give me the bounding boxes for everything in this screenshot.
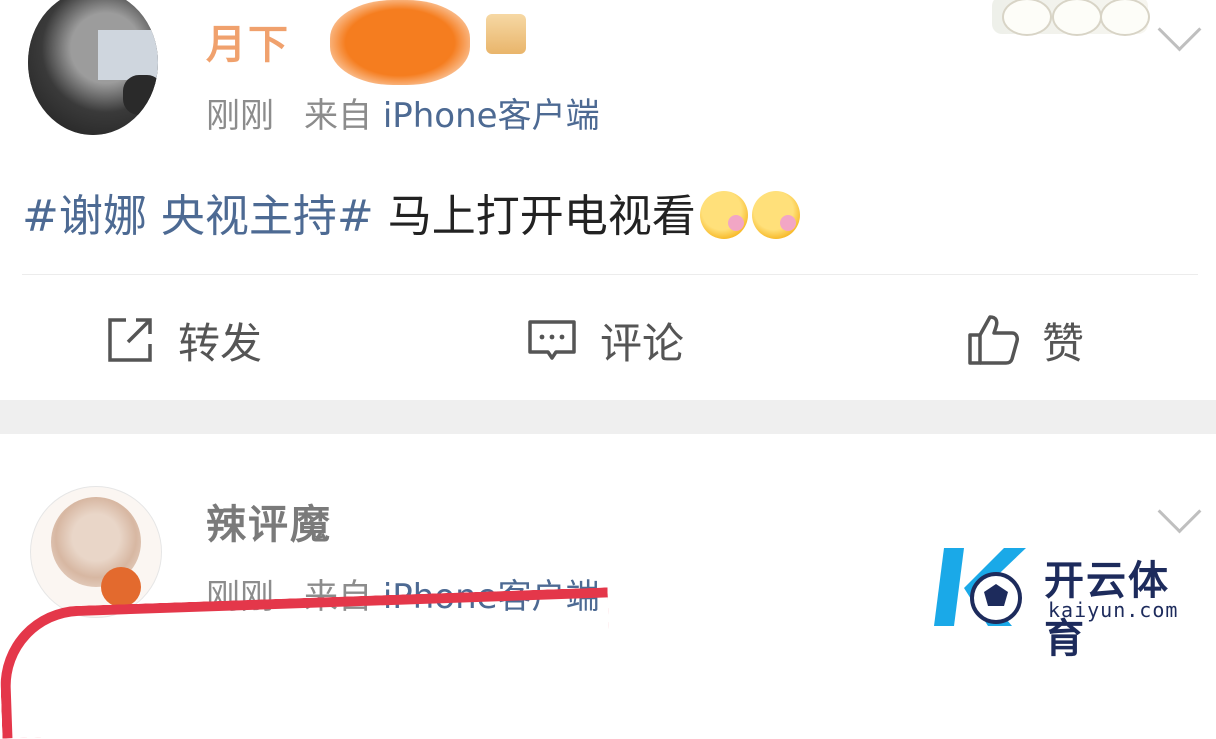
repost-button[interactable]: 转发: [104, 312, 262, 368]
username[interactable]: 月下: [206, 12, 290, 70]
avatar-blur: [98, 30, 158, 80]
cat-sticker-icon: [992, 0, 1150, 36]
kaiyun-logo-icon: [934, 548, 1026, 626]
topic-link[interactable]: #谢娜 央视主持#: [22, 191, 374, 242]
watermark-url: kaiyun.com: [1048, 598, 1179, 622]
post-meta: 刚刚 来自 iPhone客户端: [206, 88, 600, 137]
comment-icon: [528, 320, 576, 360]
like-label: 赞: [1042, 318, 1085, 368]
divider: [22, 274, 1198, 275]
post-time: 刚刚: [206, 96, 274, 136]
weibo-post-1: 月下 刚刚 来自 iPhone客户端 #谢娜 央视主持# 马上打开电视看 转发 评…: [0, 0, 1216, 400]
user-avatar[interactable]: [28, 0, 158, 135]
red-annotation-stroke: [0, 587, 613, 739]
source-link[interactable]: iPhone客户端: [383, 96, 600, 136]
like-button[interactable]: 赞: [966, 312, 1084, 368]
member-badge-icon: [486, 14, 526, 54]
flower-face-emoji-icon: [699, 191, 748, 239]
post-text: 马上打开电视看: [373, 191, 696, 242]
thumbs-up-icon: [968, 315, 1019, 365]
avatar-blur: [101, 567, 141, 607]
post-content: #谢娜 央视主持# 马上打开电视看: [22, 180, 800, 244]
comment-button[interactable]: 评论: [526, 312, 684, 368]
chevron-down-icon[interactable]: [1157, 7, 1202, 52]
flower-face-emoji-icon: [751, 191, 800, 239]
comment-label: 评论: [600, 318, 685, 368]
chevron-down-icon[interactable]: [1157, 489, 1202, 534]
username[interactable]: 辣评魔: [206, 492, 332, 550]
kaiyun-watermark: 开云体育 kaiyun.com: [930, 540, 1210, 662]
repost-label: 转发: [178, 318, 263, 368]
feed-separator: [0, 400, 1216, 434]
source-prefix: 来自: [304, 96, 372, 136]
avatar-blur: [123, 75, 158, 115]
repost-icon: [108, 318, 152, 362]
username-redaction: [330, 0, 470, 85]
user-avatar[interactable]: [30, 486, 162, 618]
